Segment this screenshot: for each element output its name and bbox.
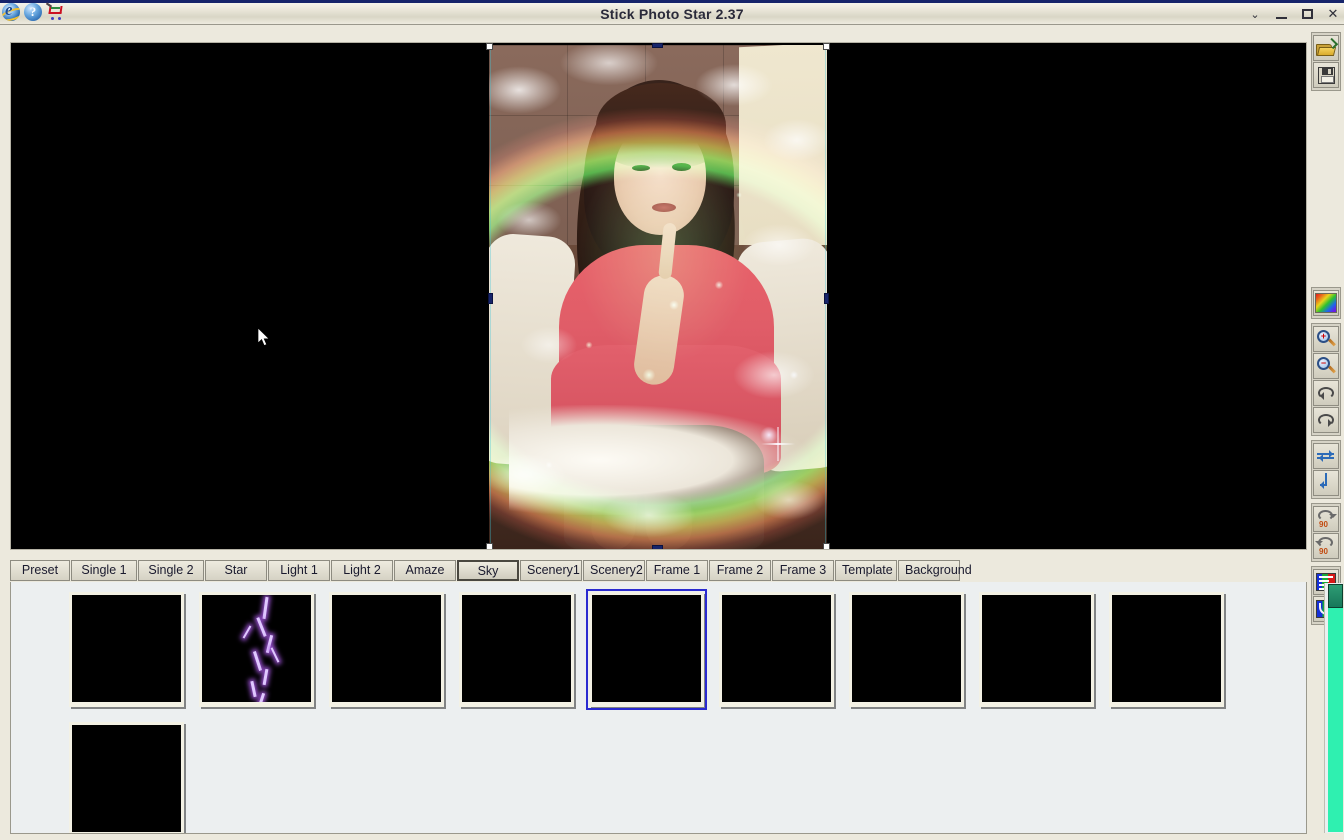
tab-frame-1[interactable]: Frame 1 (646, 560, 708, 581)
minimize-button[interactable] (1274, 5, 1288, 23)
magnifier-minus-icon: − (1316, 356, 1336, 376)
zoom-in-button[interactable]: + (1313, 326, 1339, 352)
tab-frame-2[interactable]: Frame 2 (709, 560, 771, 581)
tab-light-2[interactable]: Light 2 (331, 560, 393, 581)
thumbnail-scrollbar[interactable] (1324, 583, 1343, 833)
thumbnail-storm-cloud[interactable] (69, 722, 184, 833)
mouse-cursor (258, 328, 270, 347)
selection-handle-bottom-center[interactable] (652, 545, 663, 549)
thumbnail-dark-noise-diagonal-preview (462, 595, 571, 702)
thumbnail-dark-noise-fine[interactable] (329, 592, 444, 707)
thumbnail-corner-clouds[interactable] (1109, 592, 1224, 707)
thumbnail-rainbow-arc[interactable] (586, 589, 707, 710)
thumbnail-purple-lightning-preview (202, 595, 311, 702)
flip-horizontal-button[interactable] (1313, 443, 1339, 469)
tab-scenery1[interactable]: Scenery1 (520, 560, 582, 581)
window-title: Stick Photo Star 2.37 (600, 6, 744, 22)
scrollbar-track[interactable] (1328, 584, 1343, 832)
thumbnail-grid (11, 582, 1286, 833)
floppy-save-icon (1317, 66, 1335, 84)
thumbnail-smoke-plume[interactable] (719, 592, 834, 707)
rotate-90-cw-icon: 90 (1316, 509, 1337, 529)
color-gradient-icon (1315, 293, 1337, 313)
flip-vertical-button[interactable] (1313, 470, 1339, 496)
save-file-button[interactable] (1313, 62, 1339, 88)
title-bar: ? Stick Photo Star 2.37 ⌄ ✕ (0, 0, 1344, 25)
selection-handle-top-left[interactable] (486, 43, 493, 50)
tab-scenery2[interactable]: Scenery2 (583, 560, 645, 581)
thumbnail-dark-noise-fine-preview (332, 595, 441, 702)
toolbar-group-rotate: 90 90 (1311, 503, 1341, 562)
tab-background[interactable]: Background (898, 560, 972, 581)
zoom-out-button[interactable]: − (1313, 353, 1339, 379)
effect-category-tabs: Preset Single 1 Single 2 Star Light 1 Light 2… (10, 560, 1307, 582)
window-controls: ⌄ ✕ (1248, 3, 1340, 25)
tab-frame-3[interactable]: Frame 3 (772, 560, 834, 581)
dropdown-chevron-icon[interactable]: ⌄ (1248, 5, 1262, 23)
open-file-button[interactable] (1313, 35, 1339, 61)
close-button[interactable]: ✕ (1326, 5, 1340, 23)
thumbnail-rainbow-arc-preview (592, 595, 701, 702)
toolbar-group-view: + − (1311, 323, 1341, 436)
thumbnail-green-lens-flare-preview (72, 595, 181, 702)
rotate-cw-button[interactable]: 90 (1313, 506, 1339, 532)
tab-star[interactable]: Star (205, 560, 267, 581)
tab-single-2[interactable]: Single 2 (138, 560, 204, 581)
tab-amaze[interactable]: Amaze (394, 560, 456, 581)
scrollbar-thumb[interactable] (1328, 584, 1343, 608)
magnifier-plus-icon: + (1316, 329, 1336, 349)
thumbnail-purple-lightning[interactable] (199, 592, 314, 707)
thumbnail-storm-cloud-preview (72, 725, 181, 832)
toolbar-group-file (1311, 32, 1341, 91)
thumbnail-soft-overcast-clouds[interactable] (849, 592, 964, 707)
thumbnail-dark-noise-diagonal[interactable] (459, 592, 574, 707)
image-canvas[interactable] (10, 42, 1307, 550)
thumbnail-scattered-clouds[interactable] (979, 592, 1094, 707)
effects-thumbnail-panel[interactable] (10, 582, 1307, 834)
tab-template[interactable]: Template (835, 560, 897, 581)
color-palette-button[interactable] (1313, 290, 1339, 316)
tab-single-1[interactable]: Single 1 (71, 560, 137, 581)
flip-horizontal-icon (1316, 448, 1336, 464)
flip-vertical-icon (1318, 473, 1334, 493)
tab-sky[interactable]: Sky (457, 560, 519, 581)
maximize-button[interactable] (1300, 5, 1314, 23)
toolbar-group-color (1311, 287, 1341, 319)
undo-button[interactable] (1313, 380, 1339, 406)
selection-handle-middle-left[interactable] (488, 293, 493, 304)
rotate-ccw-button[interactable]: 90 (1313, 533, 1339, 559)
thumbnail-green-lens-flare[interactable] (69, 592, 184, 707)
undo-arrow-icon (1316, 384, 1336, 402)
redo-button[interactable] (1313, 407, 1339, 433)
thumbnail-scattered-clouds-preview (982, 595, 1091, 702)
rotate-90-ccw-icon: 90 (1315, 536, 1336, 556)
redo-arrow-icon (1316, 411, 1336, 429)
selection-handle-top-right[interactable] (823, 43, 830, 50)
open-folder-icon (1316, 37, 1339, 56)
selection-handle-bottom-right[interactable] (823, 543, 830, 549)
edited-photo[interactable] (489, 45, 827, 549)
thumbnail-soft-overcast-clouds-preview (852, 595, 961, 702)
tab-light-1[interactable]: Light 1 (268, 560, 330, 581)
selection-handle-middle-right[interactable] (824, 293, 829, 304)
selection-handle-bottom-left[interactable] (486, 543, 493, 549)
selection-handle-top-center[interactable] (652, 43, 663, 48)
thumbnail-corner-clouds-preview (1112, 595, 1221, 702)
toolbar-group-flip (1311, 440, 1341, 499)
thumbnail-smoke-plume-preview (722, 595, 831, 702)
sparkle-effect-overlay (489, 45, 827, 549)
tab-preset[interactable]: Preset (10, 560, 70, 581)
